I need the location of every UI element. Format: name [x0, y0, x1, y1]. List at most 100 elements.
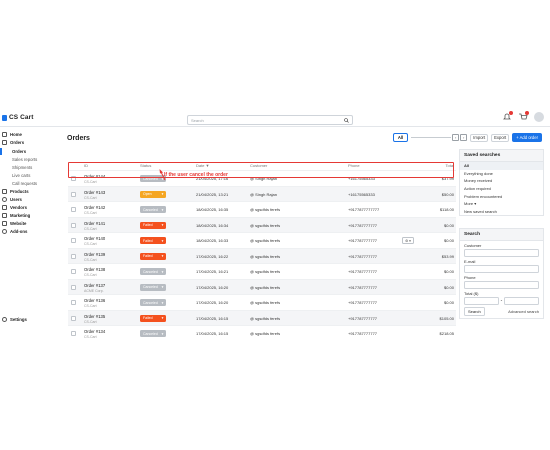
table-row[interactable]: Order #141 CS-Cart Failed ▼ 18/04/2025, 16:3… — [68, 216, 456, 232]
order-id-link[interactable]: Order #141 — [84, 221, 105, 226]
customer-link[interactable]: @ sgsdfds ferefs — [250, 254, 280, 259]
table-row[interactable]: Order #134 CS-Cart Canceled ▼ 17/04/2025, 16… — [68, 325, 456, 340]
sidebar-item-label: Users — [10, 197, 22, 202]
sidebar-item-vendors[interactable]: Vendors — [0, 204, 27, 211]
status-label: Canceled — [143, 269, 158, 274]
pager-next-icon[interactable]: › — [460, 134, 468, 141]
customer-link[interactable]: @ sgsdfds ferefs — [250, 285, 280, 290]
row-checkbox[interactable] — [71, 207, 76, 212]
sidebar-item-settings[interactable]: Settings — [0, 316, 27, 323]
status-dropdown[interactable]: Failed ▼ — [140, 314, 166, 322]
status-label: Canceled — [143, 285, 158, 289]
table-row[interactable]: Order #139 CS-Cart Failed ▼ 17/04/2025, 16:2… — [68, 247, 456, 263]
customer-link[interactable]: @ sgsdfds ferefs — [250, 316, 280, 321]
phone-field[interactable] — [464, 281, 539, 289]
order-id-link[interactable]: Order #140 — [84, 236, 105, 241]
email-field[interactable] — [464, 265, 539, 273]
saved-search-problem[interactable]: Problem encountered — [460, 192, 543, 200]
gear-icon[interactable]: ⚙ ▾ — [402, 237, 414, 244]
sidebar: Home Orders Orders Sales reports Shipmen… — [0, 128, 58, 340]
customer-link[interactable]: @ sgsdfds ferefs — [250, 223, 280, 228]
saved-search-money-received[interactable]: Money received — [460, 177, 543, 185]
sidebar-item-home[interactable]: Home — [0, 131, 22, 138]
customer-field[interactable] — [464, 249, 539, 257]
total-from-field[interactable] — [464, 297, 499, 305]
search-title: Search — [460, 229, 543, 241]
sidebar-subitem-sales-reports[interactable]: Sales reports — [0, 156, 37, 163]
sidebar-subitem-live-carts[interactable]: Live carts — [0, 172, 30, 179]
status-dropdown[interactable]: Canceled ▼ — [140, 268, 166, 275]
row-checkbox[interactable] — [71, 253, 76, 259]
saved-search-everything-done[interactable]: Everything done — [460, 170, 543, 178]
row-checkbox[interactable] — [71, 238, 76, 243]
add-order-button[interactable]: + Add order — [512, 133, 542, 142]
status-dropdown[interactable]: Canceled ▼ — [140, 330, 166, 337]
sidebar-item-add-ons[interactable]: Add-ons — [0, 228, 27, 235]
user-avatar[interactable] — [534, 112, 544, 122]
customer-link[interactable]: @ Singh Rajan — [250, 192, 277, 197]
export-button[interactable]: Export — [491, 133, 510, 142]
order-id-link[interactable]: Order #138 — [84, 267, 105, 272]
import-button[interactable]: Import — [470, 133, 489, 142]
cart-icon[interactable] — [518, 111, 529, 122]
saved-search-action-required[interactable]: Action required — [460, 185, 543, 193]
customer-link[interactable]: @ sgsdfds ferefs — [250, 331, 280, 336]
order-store: CS-Cart — [84, 304, 97, 308]
customer-link[interactable]: @ sgsdfds ferefs — [250, 207, 280, 212]
customer-link[interactable]: @ sgsdfds ferefs — [250, 300, 280, 305]
table-row[interactable]: Order #142 CS-Cart Canceled ▼ 18/04/2025, 16… — [68, 201, 456, 217]
order-id-link[interactable]: Order #135 — [84, 314, 105, 319]
sidebar-subitem-shipments[interactable]: Shipments — [0, 164, 32, 171]
status-dropdown[interactable]: Failed ▼ — [140, 252, 166, 260]
bell-icon[interactable] — [502, 111, 513, 122]
total-to-field[interactable] — [504, 297, 540, 305]
table-row[interactable]: Order #135 CS-Cart Failed ▼ 17/04/2025, 16:1… — [68, 309, 456, 325]
order-id-link[interactable]: Order #143 — [84, 190, 105, 195]
sidebar-subitem-call-requests[interactable]: Call requests — [0, 180, 37, 187]
sidebar-item-label: Call requests — [12, 181, 38, 186]
sidebar-item-label: Orders — [10, 140, 25, 145]
customer-link[interactable]: @ sgsdfds ferefs — [250, 269, 280, 274]
pager-prev-icon[interactable]: ‹ — [452, 134, 460, 141]
status-dropdown[interactable]: Open ▼ — [140, 190, 166, 198]
new-saved-search-link[interactable]: New saved search — [460, 208, 543, 216]
advanced-search-link[interactable]: Advanced search — [508, 309, 539, 314]
status-dropdown[interactable]: Canceled ▼ — [140, 299, 166, 306]
row-checkbox[interactable] — [71, 315, 76, 321]
sidebar-item-products[interactable]: Products — [0, 188, 29, 195]
sidebar-item-marketing[interactable]: Marketing — [0, 212, 30, 219]
status-label: Open — [143, 192, 152, 196]
row-checkbox[interactable] — [71, 300, 76, 305]
row-checkbox[interactable] — [71, 269, 76, 274]
saved-search-more[interactable]: More ▾ — [460, 200, 543, 208]
search-input[interactable]: Search — [187, 115, 353, 125]
table-row[interactable]: Order #140 CS-Cart Failed ▼ 18/04/2025, 16:3… — [68, 232, 456, 248]
sidebar-item-orders[interactable]: Orders — [0, 139, 24, 146]
table-row[interactable]: Order #137 ACME Corp. Canceled ▼ 17/04/2025,… — [68, 278, 456, 294]
customer-link[interactable]: @ sgsdfds ferefs — [250, 238, 280, 243]
status-dropdown[interactable]: Failed ▼ — [140, 221, 166, 229]
logo[interactable]: CS Cart — [2, 114, 34, 121]
status-dropdown[interactable]: Failed ▼ — [140, 237, 166, 244]
order-id-link[interactable]: Order #136 — [84, 298, 105, 303]
sidebar-subitem-orders[interactable]: Orders — [0, 148, 26, 155]
table-row[interactable]: Order #138 CS-Cart Canceled ▼ 17/04/2025, 16… — [68, 263, 456, 279]
order-id-link[interactable]: Order #139 — [84, 252, 105, 257]
row-checkbox[interactable] — [71, 331, 76, 336]
sidebar-item-website[interactable]: Website — [0, 220, 26, 227]
search-icon[interactable] — [344, 118, 349, 123]
row-checkbox[interactable] — [71, 191, 76, 197]
order-id-link[interactable]: Order #134 — [84, 329, 105, 334]
saved-search-all[interactable]: All — [460, 162, 543, 170]
all-filter-button[interactable]: All — [392, 133, 409, 142]
row-checkbox[interactable] — [71, 284, 76, 290]
order-id-link[interactable]: Order #142 — [84, 205, 105, 210]
search-button[interactable]: Search — [464, 307, 485, 316]
row-checkbox[interactable] — [71, 222, 76, 228]
status-dropdown[interactable]: Canceled ▼ — [140, 206, 166, 213]
status-dropdown[interactable]: Canceled ▼ — [140, 283, 166, 291]
table-row[interactable]: Order #136 CS-Cart Canceled ▼ 17/04/2025, 16… — [68, 294, 456, 310]
table-row[interactable]: Order #143 CS-Cart Open ▼ 21/04/2025, 13:21 @… — [68, 185, 456, 201]
order-id-link[interactable]: Order #137 — [84, 283, 105, 288]
sidebar-item-users[interactable]: Users — [0, 196, 22, 203]
